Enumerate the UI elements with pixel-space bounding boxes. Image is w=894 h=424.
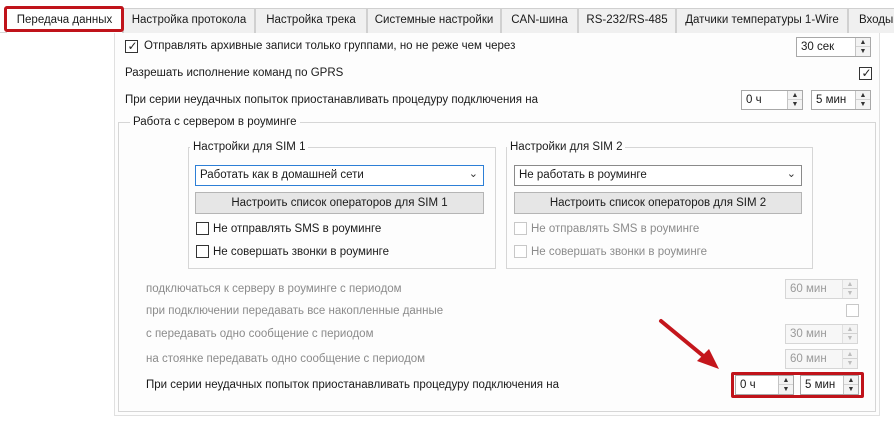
spinner-down-icon[interactable]: ▼ — [843, 334, 857, 343]
gprs-commands-label: Разрешать исполнение команд по GPRS — [125, 67, 344, 79]
sim2-title: Настройки для SIM 2 — [507, 141, 626, 153]
archive-interval-value: 30 сек — [801, 41, 835, 53]
chevron-down-icon: ⌄ — [468, 168, 478, 180]
sim2-mode-select[interactable]: Не работать в роуминге ⌄ — [514, 165, 802, 186]
suspend-hours-value: 0 ч — [746, 94, 762, 106]
tab-rs232-rs485[interactable]: RS-232/RS-485 — [578, 8, 676, 33]
sim2-no-sms-checkbox[interactable] — [514, 222, 527, 235]
spinner-up-icon[interactable]: ▲ — [788, 91, 802, 100]
sim1-no-calls-checkbox[interactable] — [196, 245, 209, 258]
spinner-up-icon[interactable]: ▲ — [856, 91, 870, 100]
send-one-label: с передавать одно сообщение с периодом — [146, 328, 374, 340]
spinner-arrows[interactable]: ▲ ▼ — [842, 280, 857, 298]
sim2-no-sms-label: Не отправлять SMS в роуминге — [531, 223, 700, 235]
suspend-label: При серии неудачных попыток приостанавли… — [125, 94, 538, 106]
spinner-down-icon[interactable]: ▼ — [843, 289, 857, 298]
spinner-arrows[interactable]: ▲ ▼ — [787, 91, 802, 109]
tab-1wire-temperature[interactable]: Датчики температуры 1-Wire — [676, 8, 848, 33]
send-one-spinner[interactable]: 30 мин ▲ ▼ — [785, 324, 858, 344]
sim1-no-calls-label: Не совершать звонки в роуминге — [213, 246, 390, 258]
connect-period-spinner[interactable]: 60 мин ▲ ▼ — [785, 279, 858, 299]
sim1-mode-select[interactable]: Работать как в домашней сети ⌄ — [195, 165, 484, 186]
tab-system-settings[interactable]: Системные настройки — [367, 8, 501, 33]
chevron-down-icon: ⌄ — [786, 168, 796, 180]
sim2-operators-button[interactable]: Настроить список операторов для SIM 2 — [514, 192, 802, 214]
archive-groups-checkbox[interactable]: ✓ — [125, 39, 138, 53]
archive-interval-spinner[interactable]: 30 сек ▲ ▼ — [796, 37, 871, 57]
tab-bar: Передача данных Настройка протокола Наст… — [0, 0, 894, 34]
suspend-minutes-spinner[interactable]: 5 мин ▲ ▼ — [811, 90, 871, 110]
checkmark-icon: ✓ — [861, 66, 872, 80]
spinner-arrows[interactable]: ▲ ▼ — [855, 91, 870, 109]
suspend-minutes-value: 5 мин — [816, 94, 847, 106]
parked-value: 60 мин — [790, 353, 827, 365]
spinner-up-icon[interactable]: ▲ — [843, 350, 857, 359]
gprs-commands-checkbox[interactable]: ✓ — [859, 66, 872, 80]
sim1-title: Настройки для SIM 1 — [190, 141, 309, 153]
spinner-down-icon[interactable]: ▼ — [856, 100, 870, 109]
annotation-arrow-icon — [659, 319, 719, 369]
spinner-arrows[interactable]: ▲ ▼ — [842, 350, 857, 368]
spinner-up-icon[interactable]: ▲ — [843, 280, 857, 289]
tab-can-bus[interactable]: CAN-шина — [501, 8, 578, 33]
suspend-hours-spinner[interactable]: 0 ч ▲ ▼ — [741, 90, 803, 110]
sim2-no-calls-label: Не совершать звонки в роуминге — [531, 246, 708, 258]
archive-groups-label: Отправлять архивные записи только группа… — [144, 40, 516, 52]
tab-panel: ✓ Отправлять архивные записи только груп… — [0, 33, 894, 424]
sim2-mode-value: Не работать в роуминге — [519, 169, 647, 181]
spinner-arrows[interactable]: ▲ ▼ — [842, 325, 857, 343]
checkmark-icon: ✓ — [127, 39, 138, 53]
spinner-down-icon[interactable]: ▼ — [856, 47, 870, 56]
sim1-no-sms-checkbox[interactable] — [196, 222, 209, 235]
tab-inputs[interactable]: Входы — [848, 8, 894, 33]
spinner-arrows[interactable]: ▲ ▼ — [855, 38, 870, 56]
spinner-up-icon[interactable]: ▲ — [843, 325, 857, 334]
spinner-down-icon[interactable]: ▼ — [843, 359, 857, 368]
send-all-label: при подключении передавать все накопленн… — [146, 305, 444, 317]
roaming-title: Работа с сервером в роуминге — [130, 116, 300, 128]
spinner-up-icon[interactable]: ▲ — [856, 38, 870, 47]
connect-period-value: 60 мин — [790, 283, 827, 295]
send-all-checkbox[interactable] — [846, 304, 859, 317]
connect-period-label: подключаться к серверу в роуминге с пери… — [146, 283, 402, 295]
sim1-operators-button[interactable]: Настроить список операторов для SIM 1 — [195, 192, 484, 214]
send-one-value: 30 мин — [790, 328, 827, 340]
sim1-mode-value: Работать как в домашней сети — [200, 169, 364, 181]
spinner-down-icon[interactable]: ▼ — [788, 100, 802, 109]
tab-highlight-frame — [4, 6, 124, 32]
parked-spinner[interactable]: 60 мин ▲ ▼ — [785, 349, 858, 369]
sim1-no-sms-label: Не отправлять SMS в роуминге — [213, 223, 382, 235]
tab-track-settings[interactable]: Настройка трека — [255, 8, 367, 33]
highlight-frame — [731, 372, 864, 398]
tab-protocol-settings[interactable]: Настройка протокола — [123, 8, 255, 33]
roaming-suspend-label: При серии неудачных попыток приостанавли… — [146, 379, 559, 391]
parked-label: на стоянке передавать одно сообщение с п… — [146, 353, 426, 365]
sim2-no-calls-checkbox[interactable] — [514, 245, 527, 258]
